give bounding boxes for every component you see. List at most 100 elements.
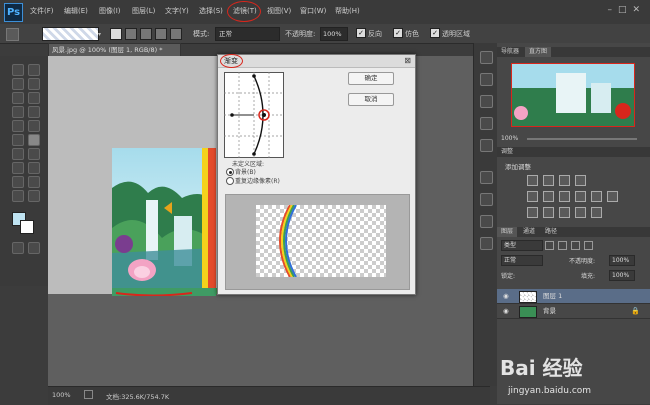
- selective-color-icon[interactable]: [591, 207, 602, 218]
- tab-navigator[interactable]: 导航器: [497, 47, 523, 57]
- gradient-curve-preview[interactable]: [224, 72, 284, 158]
- reflected-gradient-icon[interactable]: [155, 28, 167, 40]
- radial-gradient-icon[interactable]: [125, 28, 137, 40]
- layer-row-1[interactable]: ◉ 图层 1: [497, 289, 650, 304]
- dodge-tool-icon[interactable]: [28, 148, 40, 160]
- channel-mixer-icon[interactable]: [607, 191, 618, 202]
- background-color-swatch[interactable]: [20, 220, 34, 234]
- character-icon[interactable]: [480, 215, 493, 228]
- hue-saturation-icon[interactable]: [543, 191, 554, 202]
- menu-layer[interactable]: 图层(L): [132, 6, 155, 16]
- window-controls[interactable]: –□✕: [607, 5, 646, 15]
- filter-pixel-icon[interactable]: [545, 241, 554, 250]
- angle-gradient-icon[interactable]: [140, 28, 152, 40]
- tab-histogram[interactable]: 直方图: [525, 47, 552, 57]
- layer-row-2[interactable]: ◉ 背景 🔒: [497, 304, 650, 319]
- layer-opacity-input[interactable]: 100%: [609, 255, 635, 266]
- magic-wand-tool-icon[interactable]: [28, 78, 40, 90]
- screen-mode-icon[interactable]: [28, 242, 40, 254]
- menu-edit[interactable]: 编辑(E): [64, 6, 88, 16]
- tab-paths[interactable]: 路径: [541, 227, 561, 237]
- posterize-icon[interactable]: [543, 207, 554, 218]
- gradient-map-icon[interactable]: [575, 207, 586, 218]
- crop-tool-icon[interactable]: [12, 92, 24, 104]
- info-icon[interactable]: [480, 139, 493, 152]
- color-balance-icon[interactable]: [559, 191, 570, 202]
- ok-button[interactable]: 确定: [348, 72, 394, 85]
- eyedropper-tool-icon[interactable]: [28, 92, 40, 104]
- tab-adjustments[interactable]: 调整: [497, 147, 517, 157]
- black-white-icon[interactable]: [575, 191, 586, 202]
- brightness-icon[interactable]: [527, 175, 538, 186]
- menu-type[interactable]: 文字(Y): [165, 6, 189, 16]
- eraser-tool-icon[interactable]: [12, 134, 24, 146]
- marquee-tool-icon[interactable]: [28, 64, 40, 76]
- exposure-icon[interactable]: [575, 175, 586, 186]
- eye-icon[interactable]: ◉: [503, 289, 509, 303]
- menu-select[interactable]: 选择(S): [199, 6, 223, 16]
- repeat-edge-radio[interactable]: [226, 177, 234, 185]
- path-select-tool-icon[interactable]: [12, 176, 24, 188]
- vibrance-icon[interactable]: [527, 191, 538, 202]
- levels-icon[interactable]: [543, 175, 554, 186]
- navigator-zoom-slider[interactable]: [527, 138, 637, 140]
- close-icon[interactable]: ⊠: [404, 55, 411, 67]
- color-icon[interactable]: [480, 95, 493, 108]
- document-tab[interactable]: 风景.jpg @ 100% (图层 1, RGB/8) *: [48, 43, 181, 57]
- dither-checkbox[interactable]: ✓: [393, 28, 403, 38]
- actions-icon[interactable]: [480, 73, 493, 86]
- blend-mode-select[interactable]: 正常: [501, 255, 543, 266]
- move-tool-icon[interactable]: [12, 64, 24, 76]
- blur-tool-icon[interactable]: [12, 148, 24, 160]
- history-icon[interactable]: [480, 51, 493, 64]
- paragraph-icon[interactable]: [480, 237, 493, 250]
- linear-gradient-icon[interactable]: [110, 28, 122, 40]
- pen-tool-icon[interactable]: [12, 162, 24, 174]
- dialog-titlebar[interactable]: 渐变 ⊠: [218, 54, 415, 68]
- gradient-tool-icon[interactable]: [28, 134, 40, 146]
- mode-select[interactable]: 正常: [215, 27, 280, 41]
- hand-tool-icon[interactable]: [12, 190, 24, 202]
- type-tool-icon[interactable]: [28, 162, 40, 174]
- tab-channels[interactable]: 通道: [519, 227, 539, 237]
- brush-panel-icon[interactable]: [480, 171, 493, 184]
- transparency-checkbox[interactable]: ✓: [430, 28, 440, 38]
- fill-input[interactable]: 100%: [609, 270, 635, 281]
- eye-icon[interactable]: ◉: [503, 304, 509, 318]
- gradient-picker[interactable]: [42, 27, 99, 41]
- menu-window[interactable]: 窗口(W): [300, 6, 326, 16]
- lasso-tool-icon[interactable]: [12, 78, 24, 90]
- bg-radio[interactable]: [226, 168, 234, 176]
- invert-icon[interactable]: [527, 207, 538, 218]
- zoom-tool-icon[interactable]: [28, 190, 40, 202]
- quick-mask-icon[interactable]: [12, 242, 24, 254]
- menu-view[interactable]: 视图(V): [267, 6, 291, 16]
- status-icon[interactable]: [84, 390, 93, 399]
- history-brush-tool-icon[interactable]: [28, 120, 40, 132]
- stamp-tool-icon[interactable]: [12, 120, 24, 132]
- reverse-checkbox[interactable]: ✓: [356, 28, 366, 38]
- curves-icon[interactable]: [559, 175, 570, 186]
- zoom-level[interactable]: 100%: [52, 391, 71, 399]
- clone-source-icon[interactable]: [480, 193, 493, 206]
- threshold-icon[interactable]: [559, 207, 570, 218]
- swatches-icon[interactable]: [480, 117, 493, 130]
- cancel-button[interactable]: 取消: [348, 93, 394, 106]
- photo-filter-icon[interactable]: [591, 191, 602, 202]
- layer-filter-select[interactable]: 类型: [501, 240, 543, 251]
- menu-help[interactable]: 帮助(H): [335, 6, 360, 16]
- diamond-gradient-icon[interactable]: [170, 28, 182, 40]
- filter-shape-icon[interactable]: [584, 241, 593, 250]
- gradient-tool-icon[interactable]: [6, 28, 19, 41]
- menu-image[interactable]: 图像(I): [99, 6, 121, 16]
- navigator-thumbnail[interactable]: [511, 63, 635, 127]
- tab-layers[interactable]: 图层: [497, 227, 518, 237]
- shape-tool-icon[interactable]: [28, 176, 40, 188]
- opacity-input[interactable]: 100%: [320, 27, 348, 41]
- brush-tool-icon[interactable]: [28, 106, 40, 118]
- healing-tool-icon[interactable]: [12, 106, 24, 118]
- menu-file[interactable]: 文件(F): [30, 6, 54, 16]
- navigator-zoom[interactable]: 100%: [501, 135, 518, 142]
- chevron-down-icon[interactable]: ▾: [98, 31, 101, 38]
- filter-adjust-icon[interactable]: [558, 241, 567, 250]
